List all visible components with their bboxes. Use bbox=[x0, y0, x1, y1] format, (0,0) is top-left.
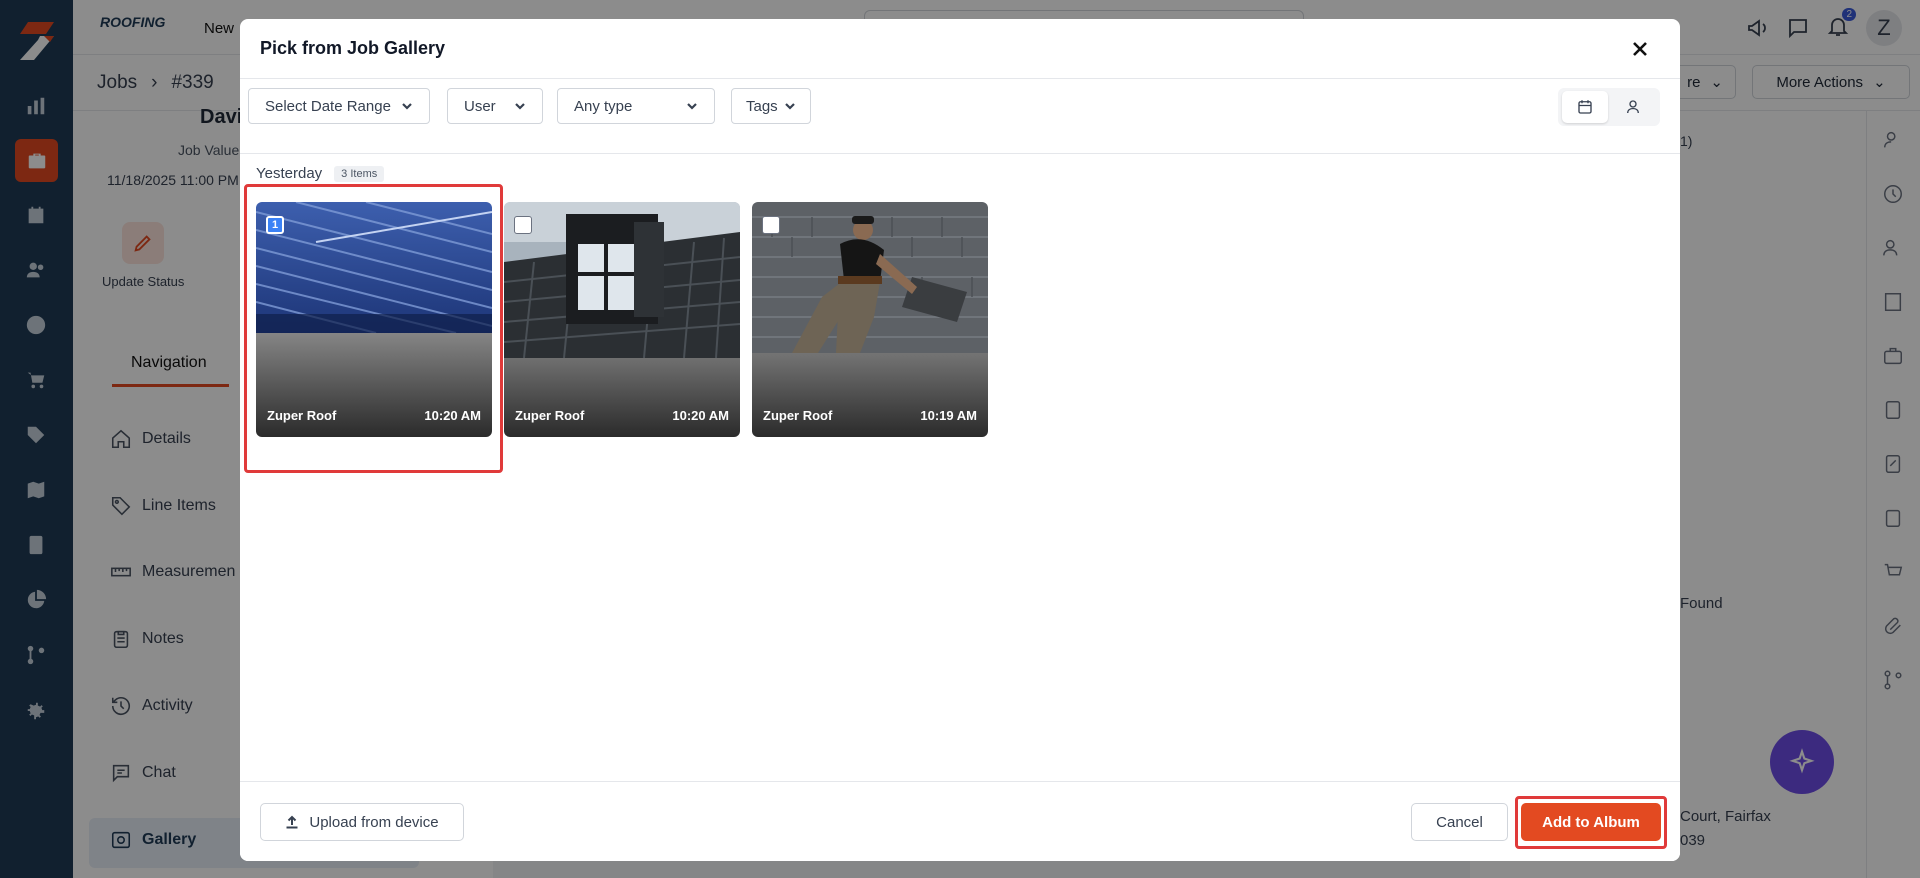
photo-thumbnail bbox=[256, 202, 492, 333]
pick-from-gallery-modal: Pick from Job Gallery Select Date Range … bbox=[240, 19, 1680, 861]
calendar-icon bbox=[1578, 100, 1592, 114]
photo-title: Zuper Roof bbox=[763, 408, 833, 423]
photo-time: 10:20 AM bbox=[672, 408, 729, 423]
photo-title: Zuper Roof bbox=[267, 408, 337, 423]
photo-checkbox[interactable] bbox=[514, 216, 532, 234]
photo-thumbnail bbox=[504, 202, 740, 358]
date-group-header: Yesterday 3 Items bbox=[256, 165, 385, 182]
modal-footer: Upload from device Cancel Add to Album bbox=[240, 781, 1680, 861]
chevron-down-icon bbox=[402, 103, 412, 110]
date-range-label: Select Date Range bbox=[265, 97, 391, 115]
photo-meta: Zuper Roof 10:20 AM bbox=[515, 408, 729, 423]
photo-time: 10:19 AM bbox=[920, 408, 977, 423]
view-by-user-toggle[interactable] bbox=[1610, 91, 1656, 123]
upload-icon bbox=[286, 815, 298, 829]
upload-from-device-button[interactable]: Upload from device bbox=[260, 803, 464, 841]
type-filter-label: Any type bbox=[574, 97, 633, 115]
view-toggle bbox=[1558, 88, 1660, 126]
add-to-album-button[interactable]: Add to Album bbox=[1521, 803, 1661, 841]
modal-title: Pick from Job Gallery bbox=[260, 38, 446, 58]
photo-checkbox[interactable] bbox=[762, 216, 780, 234]
upload-button-label: Upload from device bbox=[309, 813, 439, 831]
chevron-down-icon bbox=[515, 103, 525, 110]
photo-title: Zuper Roof bbox=[515, 408, 585, 423]
photo-meta: Zuper Roof 10:20 AM bbox=[267, 408, 481, 423]
date-range-dropdown[interactable]: Select Date Range bbox=[248, 88, 430, 124]
close-button[interactable] bbox=[1628, 37, 1652, 61]
photo-time: 10:20 AM bbox=[424, 408, 481, 423]
tags-filter-label: Tags bbox=[746, 97, 778, 115]
date-group-label: Yesterday bbox=[256, 165, 323, 182]
photo-card[interactable]: 1 Zuper Roof 10:20 AM bbox=[256, 202, 492, 437]
photo-meta: Zuper Roof 10:19 AM bbox=[763, 408, 977, 423]
photo-card[interactable]: Zuper Roof 10:19 AM bbox=[752, 202, 988, 437]
photo-card[interactable]: Zuper Roof 10:20 AM bbox=[504, 202, 740, 437]
close-icon bbox=[1633, 42, 1647, 56]
chevron-down-icon bbox=[687, 103, 697, 110]
modal-header: Pick from Job Gallery bbox=[240, 19, 1680, 79]
item-count-badge: 3 Items bbox=[334, 165, 385, 182]
photo-selected-checkbox[interactable]: 1 bbox=[266, 216, 284, 234]
view-by-date-toggle[interactable] bbox=[1562, 91, 1608, 123]
user-dropdown[interactable]: User bbox=[447, 88, 543, 124]
user-icon bbox=[1627, 100, 1639, 114]
photo-thumbnail bbox=[752, 202, 988, 353]
type-dropdown[interactable]: Any type bbox=[557, 88, 715, 124]
cancel-button[interactable]: Cancel bbox=[1411, 803, 1508, 841]
tags-dropdown[interactable]: Tags bbox=[731, 88, 811, 124]
chevron-down-icon bbox=[785, 103, 795, 110]
user-filter-label: User bbox=[464, 97, 496, 115]
